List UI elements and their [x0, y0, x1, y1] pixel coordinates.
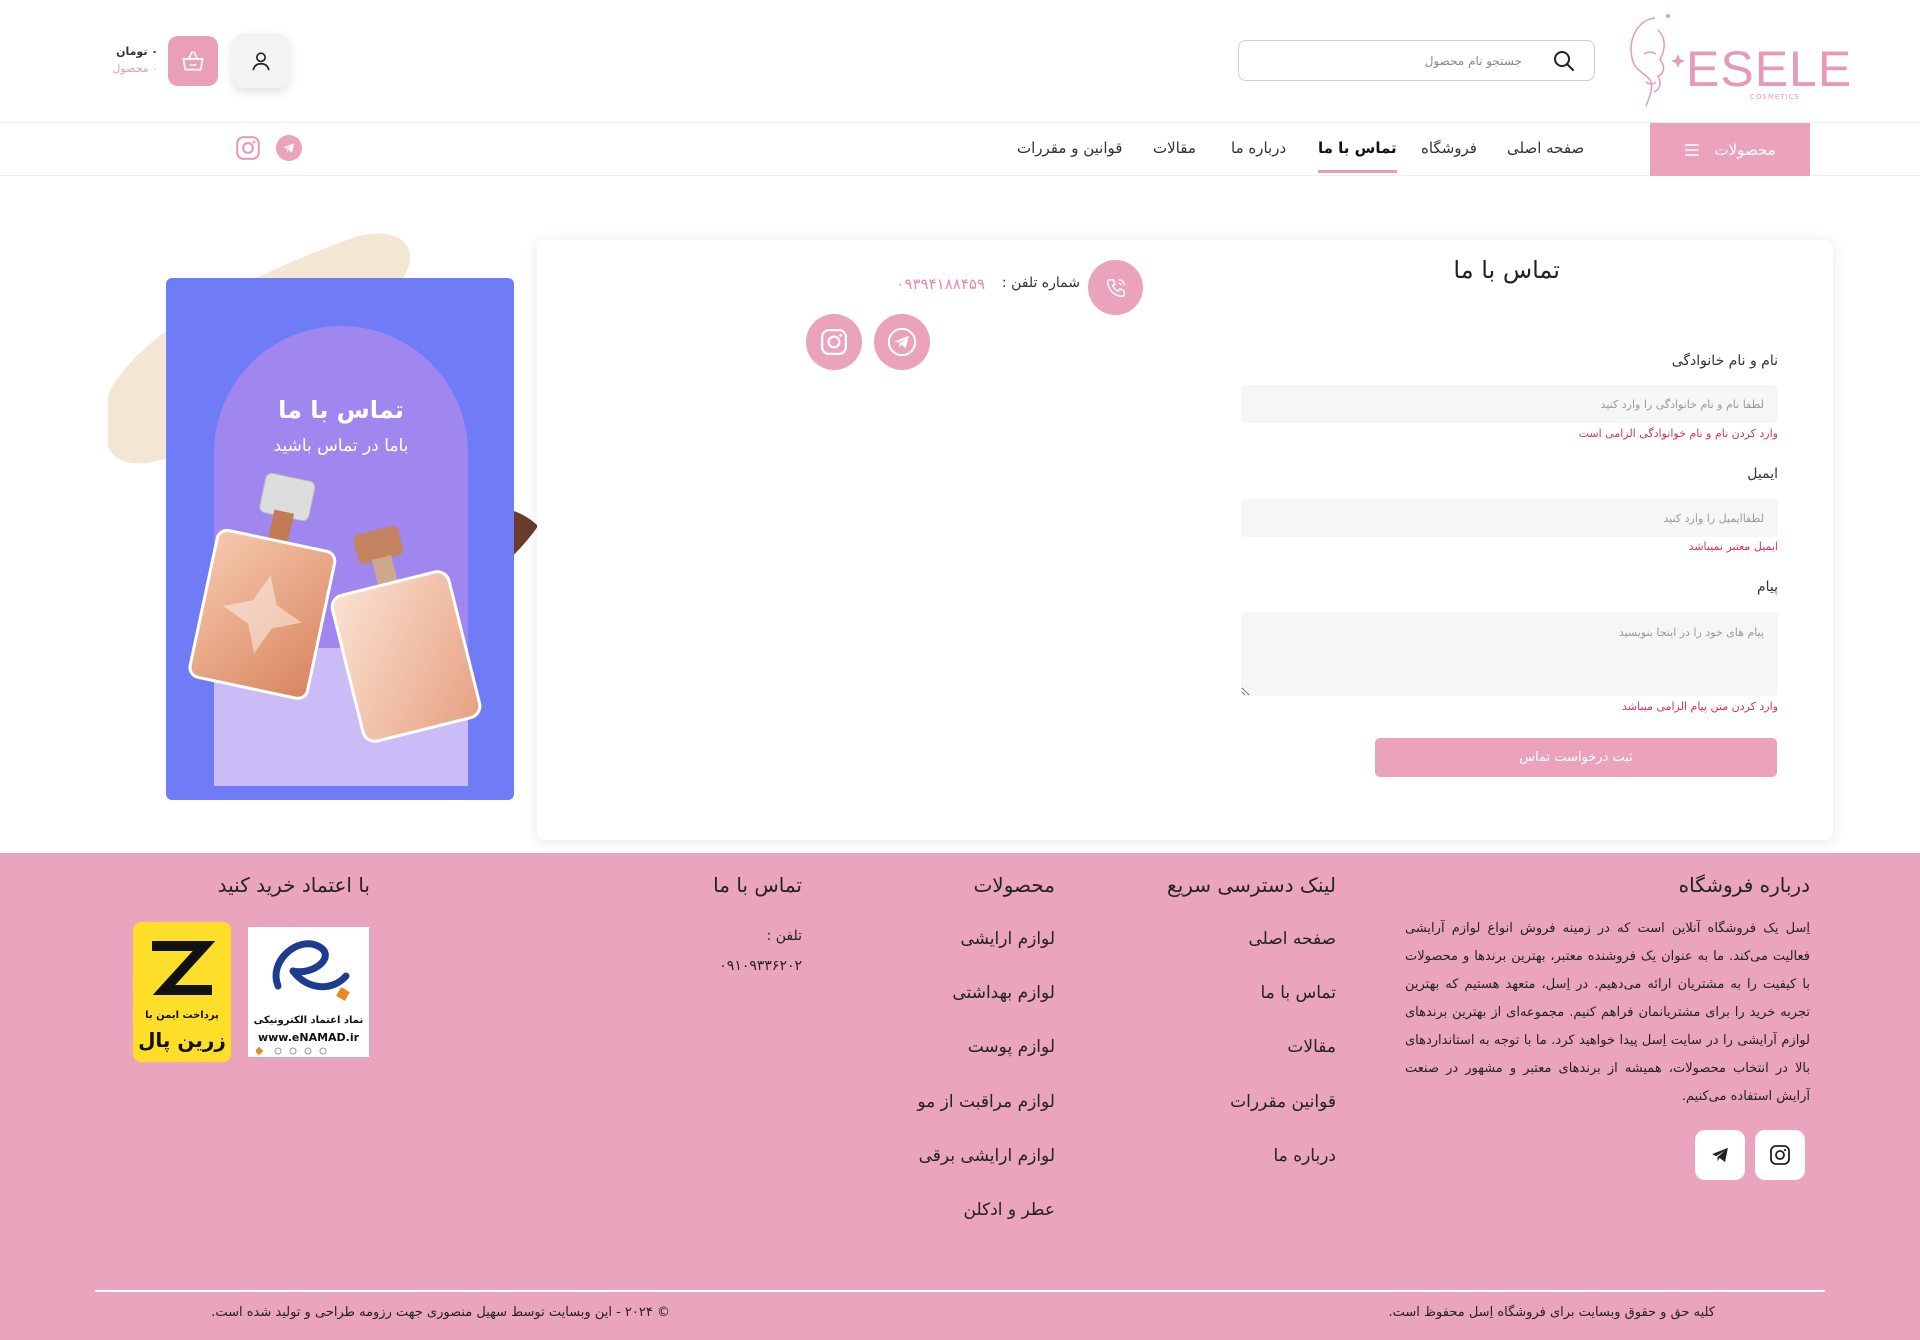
search-icon[interactable] — [1552, 49, 1576, 73]
enamad-badge[interactable]: نماد اعتماد الکترونیکی www.eNAMAD.ir — [248, 927, 369, 1057]
footer-link-home[interactable]: صفحه اصلی — [1100, 929, 1336, 949]
email-input[interactable] — [1241, 499, 1778, 537]
email-label: ایمیل — [1747, 466, 1778, 482]
site-logo[interactable]: ESELE COSMETICS — [1620, 10, 1851, 110]
name-input[interactable] — [1241, 385, 1778, 423]
user-icon — [252, 52, 270, 71]
banner-subtitle: باما در تماس باشید — [273, 436, 409, 456]
cart-item-count: ۰ محصول — [112, 62, 158, 75]
nav-link-articles[interactable]: مقالات — [1153, 139, 1196, 157]
footer-link-perfume[interactable]: عطر و ادکلن — [880, 1200, 1055, 1220]
contact-instagram-link[interactable] — [806, 314, 862, 370]
brand-name: ESELE — [1686, 41, 1853, 97]
email-error: ایمیل معتبر نمیباشد — [1688, 540, 1778, 553]
phone-number[interactable]: ۰۹۳۹۴۱۸۸۴۵۹ — [880, 275, 985, 293]
footer-tel[interactable]: ۰۹۱۰۹۳۳۶۲۰۲ — [700, 958, 802, 974]
footer-link-electric[interactable]: لوازم ارایشی برقی — [880, 1146, 1055, 1166]
footer-tel-label: تلفن : — [766, 928, 802, 944]
zarinpal-badge[interactable]: پرداخت ایمن با زرین پال — [133, 922, 231, 1062]
name-label: نام و نام خانوادگی — [1671, 353, 1778, 369]
hamburger-icon — [1685, 143, 1700, 156]
brand-subtitle: COSMETICS — [1750, 93, 1800, 101]
nav-link-contact[interactable]: تماس با ما — [1318, 139, 1397, 173]
face-logo-icon — [1630, 14, 1685, 107]
footer-trust-title: با اعتماد خرید کنید — [217, 873, 370, 897]
contact-form-title: تماس با ما — [1453, 256, 1560, 284]
footer-link-about[interactable]: درباره ما — [1100, 1146, 1337, 1166]
enamad-stars-icon — [256, 1047, 327, 1055]
instagram-icon — [1770, 1145, 1790, 1165]
footer-link-articles[interactable]: مقالات — [1100, 1037, 1336, 1057]
cart-button[interactable] — [168, 36, 218, 86]
footer-link-cosmetics[interactable]: لوازم ارایشی — [880, 929, 1055, 949]
user-account-button[interactable] — [233, 34, 289, 88]
search-input[interactable] — [1262, 41, 1522, 80]
nav-link-shop[interactable]: فروشگاه — [1421, 139, 1477, 157]
nav-link-about[interactable]: درباره ما — [1231, 139, 1286, 157]
footer-quick-links-title: لینک دسترسی سریع — [1167, 873, 1336, 897]
submit-contact-button[interactable]: ثبت درخواست تماس — [1375, 738, 1777, 777]
instagram-icon — [236, 136, 260, 160]
main-nav: محصولات صفحه اصلی فروشگاه تماس با ما درب… — [0, 123, 1920, 176]
zarinpal-line1: پرداخت ایمن با — [145, 1010, 219, 1021]
phone-call-button[interactable] — [1088, 260, 1143, 315]
telegram-icon — [283, 143, 295, 153]
footer-contact-title: تماس با ما — [713, 873, 802, 897]
cart-total-price: ۰ تومان — [116, 45, 158, 58]
message-error: وارد کردن متن پیام الزامی میباشد — [1622, 700, 1778, 713]
products-menu-label: محصولات — [1714, 140, 1776, 159]
telegram-icon — [887, 327, 917, 357]
nav-link-rules[interactable]: قوانین و مقررات — [1017, 139, 1122, 157]
message-textarea[interactable] — [1241, 612, 1778, 696]
enamad-line2: www.eNAMAD.ir — [257, 1031, 360, 1044]
phone-icon — [1106, 278, 1125, 297]
footer-instagram-link[interactable] — [1755, 1130, 1805, 1180]
search-box — [1238, 40, 1595, 81]
footer-divider — [95, 1290, 1825, 1292]
site-header: ESELE COSMETICS ۰ تومان ۰ محصول — [0, 0, 1920, 123]
enamad-line1: نماد اعتماد الکترونیکی — [253, 1015, 364, 1026]
contact-banner: تماس با ما باما در تماس باشید — [98, 226, 558, 806]
phone-label: شماره تلفن : — [1001, 275, 1080, 291]
products-menu-button[interactable]: محصولات — [1650, 123, 1810, 176]
footer-products-title: محصولات — [973, 873, 1055, 897]
footer-link-hair-care[interactable]: لوازم مراقبت از مو — [880, 1092, 1055, 1112]
footer-link-skin[interactable]: لوازم پوست — [880, 1037, 1055, 1057]
zarinpal-line2: زرین پال — [138, 1028, 226, 1052]
footer-telegram-link[interactable] — [1695, 1130, 1745, 1180]
instagram-icon — [821, 329, 847, 355]
telegram-icon — [1712, 1147, 1728, 1163]
footer-copyright-credit: © ۲۰۲۴ - این وبسایت توسط سهیل منصوری جهت… — [211, 1305, 670, 1320]
footer-link-hygiene[interactable]: لوازم بهداشتی — [880, 983, 1055, 1003]
footer-link-rules[interactable]: قوانین مقررات — [1100, 1092, 1336, 1112]
footer-about-text: اِسل یک فروشگاه آنلاین است که در زمینه ف… — [1405, 921, 1810, 1104]
nav-link-home[interactable]: صفحه اصلی — [1507, 139, 1584, 157]
message-label: پیام — [1756, 579, 1778, 595]
perfume-bottles-image — [188, 472, 482, 743]
footer-about-title: درباره فروشگاه — [1678, 873, 1810, 897]
footer-copyright-rights: کلیه حق و حقوق وبسایت برای فروشگاه اِسل … — [1388, 1305, 1716, 1320]
basket-icon — [182, 51, 204, 71]
zarinpal-logo-icon — [152, 941, 216, 995]
contact-telegram-link[interactable] — [874, 314, 930, 370]
banner-title: تماس با ما — [278, 396, 404, 424]
nav-telegram-link[interactable] — [276, 135, 302, 161]
footer-link-contact[interactable]: تماس با ما — [1100, 983, 1337, 1003]
nav-instagram-link[interactable] — [235, 135, 261, 161]
enamad-logo-icon — [272, 940, 350, 1001]
name-error: وارد کردن نام و نام خوانوادگی الزامی است — [1578, 427, 1778, 440]
